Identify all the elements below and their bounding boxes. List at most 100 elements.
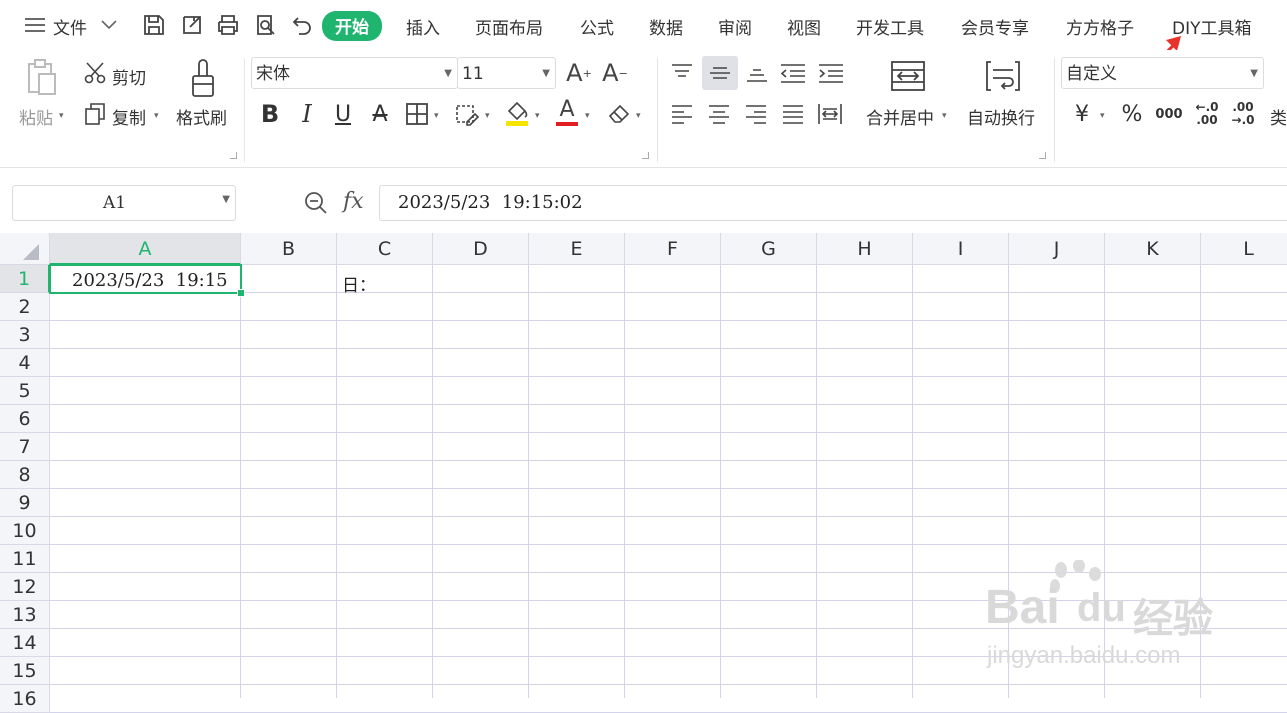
font-color-icon[interactable]: A [553, 96, 581, 128]
select-all-corner[interactable] [0, 233, 50, 265]
tab-member[interactable]: 会员专享 [961, 14, 1029, 39]
format-painter-button[interactable]: 格式刷 [176, 104, 227, 129]
font-size-select[interactable]: 11 ▼ [457, 57, 556, 89]
eraser-icon[interactable] [605, 100, 633, 128]
tab-formulas[interactable]: 公式 [580, 14, 614, 39]
clipboard-group-expander[interactable] [230, 152, 237, 159]
align-middle-icon[interactable] [702, 56, 738, 90]
merge-center-button[interactable]: 合并居中 [866, 104, 934, 129]
chevron-down-icon[interactable] [96, 12, 122, 38]
print-preview-icon[interactable] [253, 12, 279, 38]
paste-label[interactable]: 粘贴 [19, 104, 53, 129]
name-box[interactable]: A1 ▼ [12, 185, 236, 221]
copy-dropdown-icon[interactable]: ▾ [154, 111, 159, 121]
fill-color-icon[interactable] [503, 98, 531, 128]
cell-style-dropdown-icon[interactable]: ▾ [485, 111, 490, 121]
row-header-6[interactable]: 6 [0, 405, 50, 433]
function-fx-icon[interactable]: fx [343, 189, 364, 214]
align-top-icon[interactable] [669, 60, 695, 86]
paste-dropdown-icon[interactable]: ▾ [59, 111, 64, 121]
column-header-c[interactable]: C [337, 233, 433, 265]
clear-dropdown-icon[interactable]: ▾ [636, 111, 641, 121]
column-header-a[interactable]: A [50, 233, 241, 265]
column-header-d[interactable]: D [433, 233, 529, 265]
font-color-dropdown-icon[interactable]: ▾ [585, 111, 590, 121]
align-left-icon[interactable] [669, 101, 695, 127]
tab-fangfangezi[interactable]: 方方格子 [1066, 14, 1134, 39]
column-header-l[interactable]: L [1201, 233, 1287, 265]
percent-button[interactable]: % [1118, 100, 1146, 128]
column-header-h[interactable]: H [817, 233, 913, 265]
paste-icon[interactable] [22, 56, 62, 100]
justify-icon[interactable] [780, 101, 806, 127]
tab-developer[interactable]: 开发工具 [856, 14, 924, 39]
tab-insert[interactable]: 插入 [406, 14, 440, 39]
row-header-3[interactable]: 3 [0, 321, 50, 349]
decrease-decimal-button[interactable]: .00 →.0 [1228, 98, 1258, 130]
tab-page-layout[interactable]: 页面布局 [475, 14, 543, 39]
currency-dropdown-icon[interactable]: ▾ [1100, 111, 1105, 121]
row-header-10[interactable]: 10 [0, 517, 50, 545]
borders-icon[interactable] [403, 100, 431, 128]
shrink-font-icon[interactable]: A − [600, 59, 630, 87]
format-painter-icon[interactable] [185, 56, 221, 100]
column-header-j[interactable]: J [1009, 233, 1105, 265]
tab-view[interactable]: 视图 [787, 14, 821, 39]
row-header-11[interactable]: 11 [0, 545, 50, 573]
strikethrough-button[interactable]: A [366, 100, 394, 128]
row-header-16[interactable]: 16 [0, 685, 50, 713]
row-header-4[interactable]: 4 [0, 349, 50, 377]
wrap-text-button[interactable]: 自动换行 [967, 104, 1035, 129]
merge-center-icon[interactable] [889, 58, 927, 94]
bold-button[interactable]: B [256, 100, 284, 128]
column-header-g[interactable]: G [721, 233, 817, 265]
row-header-7[interactable]: 7 [0, 433, 50, 461]
copy-button[interactable]: 复制 [112, 104, 146, 129]
fill-color-dropdown-icon[interactable]: ▾ [535, 111, 540, 121]
grow-font-icon[interactable]: A + [564, 59, 594, 87]
increase-indent-icon[interactable] [817, 60, 845, 86]
wrap-text-icon[interactable] [984, 58, 1022, 94]
font-group-expander[interactable] [642, 152, 649, 159]
scissors-icon[interactable] [82, 60, 108, 86]
column-header-f[interactable]: F [625, 233, 721, 265]
tab-home[interactable]: 开始 [322, 11, 382, 41]
align-bottom-icon[interactable] [744, 60, 770, 86]
copy-icon[interactable] [82, 101, 108, 127]
align-center-icon[interactable] [706, 101, 732, 127]
font-name-select[interactable]: 宋体 ▼ [251, 57, 458, 89]
fill-handle[interactable] [237, 289, 245, 297]
italic-button[interactable]: I [293, 100, 321, 128]
save-icon[interactable] [141, 12, 167, 38]
number-format-select[interactable]: 自定义 ▼ [1061, 57, 1264, 89]
row-header-9[interactable]: 9 [0, 489, 50, 517]
formula-input[interactable]: 2023/5/23 19:15:02 [379, 185, 1287, 221]
column-header-k[interactable]: K [1105, 233, 1201, 265]
cut-button[interactable]: 剪切 [112, 64, 146, 89]
hamburger-menu-icon[interactable] [22, 12, 48, 38]
zoom-formula-icon[interactable] [302, 189, 330, 217]
column-header-b[interactable]: B [241, 233, 337, 265]
row-header-8[interactable]: 8 [0, 461, 50, 489]
row-header-15[interactable]: 15 [0, 657, 50, 685]
alignment-group-expander[interactable] [1039, 152, 1046, 159]
increase-decimal-button[interactable]: ←.0.00 [1192, 98, 1222, 130]
cell-style-icon[interactable] [453, 100, 481, 128]
cell-c1[interactable]: 日： [342, 271, 376, 296]
row-header-5[interactable]: 5 [0, 377, 50, 405]
currency-button[interactable]: ¥ [1068, 100, 1096, 128]
underline-button[interactable]: U [329, 100, 357, 128]
row-header-2[interactable]: 2 [0, 293, 50, 321]
row-header-1[interactable]: 1 [0, 265, 50, 293]
row-header-12[interactable]: 12 [0, 573, 50, 601]
row-header-14[interactable]: 14 [0, 629, 50, 657]
export-icon[interactable] [179, 12, 205, 38]
tab-data[interactable]: 数据 [649, 14, 683, 39]
column-header-i[interactable]: I [913, 233, 1009, 265]
type-convert-button[interactable]: 类 [1270, 104, 1287, 129]
tab-review[interactable]: 审阅 [718, 14, 752, 39]
decrease-indent-icon[interactable] [779, 60, 807, 86]
row-header-13[interactable]: 13 [0, 601, 50, 629]
merge-dropdown-icon[interactable]: ▾ [942, 111, 947, 121]
name-box-caret-icon[interactable]: ▼ [222, 194, 230, 205]
